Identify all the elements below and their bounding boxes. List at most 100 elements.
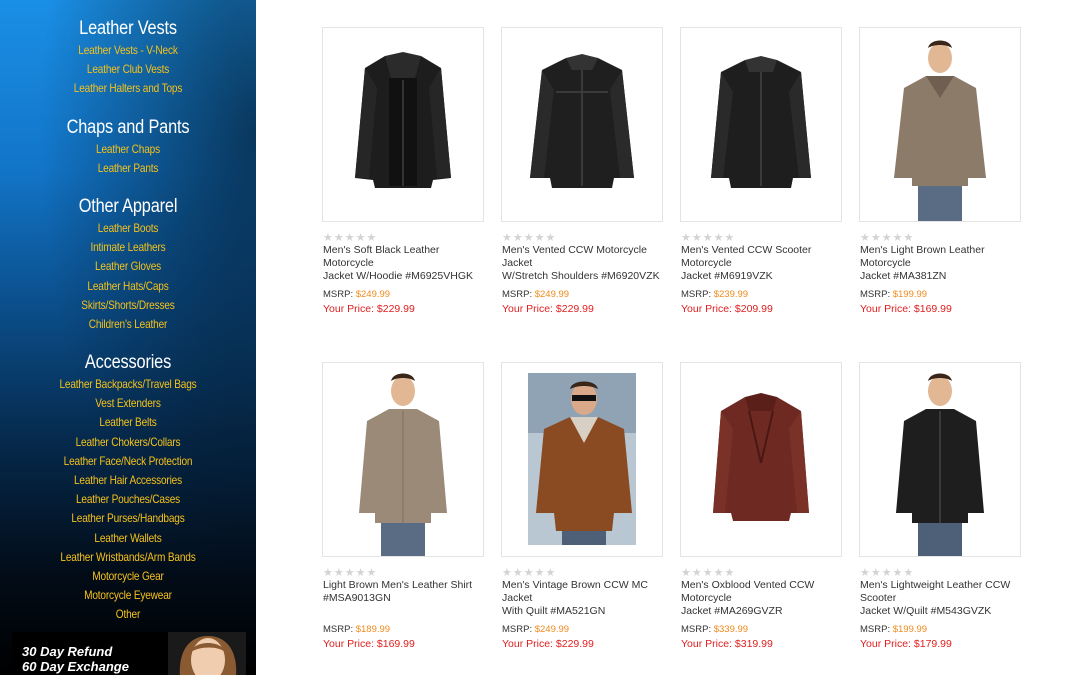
nav-link[interactable]: Motorcycle Eyewear bbox=[20, 586, 235, 605]
product-image-black-jacket[interactable] bbox=[501, 27, 663, 222]
product-name[interactable]: Men's Vented CCW Scooter Motorcycle Jack… bbox=[681, 244, 846, 283]
msrp-label: MSRP: bbox=[860, 624, 891, 635]
price-label: Your Price: bbox=[860, 303, 911, 315]
refund-text: 30 Day Refund bbox=[22, 644, 113, 659]
msrp-label: MSRP: bbox=[860, 289, 891, 300]
product-image-vintage-brown-jacket-model[interactable] bbox=[501, 362, 663, 557]
nav-link[interactable]: Leather Gloves bbox=[20, 257, 235, 276]
nav-link[interactable]: Leather Pants bbox=[20, 159, 235, 178]
nav-heading[interactable]: Chaps and Pants bbox=[18, 117, 238, 139]
product-name-line: Jacket W/Quilt #M543GVZK bbox=[860, 605, 992, 617]
msrp: MSRP: $339.99 bbox=[681, 624, 748, 635]
product-name-line: Jacket #M6919VZK bbox=[681, 270, 773, 282]
product-image-black-jacket-model[interactable] bbox=[859, 362, 1021, 557]
product-name-line: Men's Vintage Brown CCW MC Jacket bbox=[502, 579, 648, 604]
price-value: $209.99 bbox=[734, 303, 773, 315]
your-price: Your Price: $169.99 bbox=[860, 303, 952, 315]
your-price: Your Price: $179.99 bbox=[860, 638, 952, 650]
product-image-light-brown-jacket-model[interactable] bbox=[859, 27, 1021, 222]
product-image-black-scooter-jacket[interactable] bbox=[680, 27, 842, 222]
msrp-value: $199.99 bbox=[892, 289, 928, 300]
product-name[interactable]: Men's Light Brown Leather Motorcycle Jac… bbox=[860, 244, 1025, 283]
nav-link[interactable]: Leather Pouches/Cases bbox=[20, 490, 235, 509]
nav-link[interactable]: Skirts/Shorts/Dresses bbox=[20, 296, 235, 315]
product-name-line: Men's Light Brown Leather Motorcycle bbox=[860, 244, 985, 269]
product-name-line: Men's Vented CCW Motorcycle Jacket bbox=[502, 244, 647, 269]
refund-exchange-banner[interactable]: 30 Day Refund 60 Day Exchange bbox=[12, 632, 246, 675]
product-image-black-hoodie-jacket[interactable] bbox=[322, 27, 484, 222]
agent-photo bbox=[168, 632, 246, 675]
product-name[interactable]: Men's Vented CCW Motorcycle Jacket W/Str… bbox=[502, 244, 667, 283]
price-label: Your Price: bbox=[502, 303, 553, 315]
nav-section-accessories: Accessories Leather Backpacks/Travel Bag… bbox=[0, 352, 256, 625]
nav-link[interactable]: Leather Club Vests bbox=[20, 60, 235, 79]
product-name-line: Men's Oxblood Vented CCW Motorcycle bbox=[681, 579, 815, 604]
msrp-label: MSRP: bbox=[323, 289, 354, 300]
product-name-line: Men's Soft Black Leather Motorcycle bbox=[323, 244, 440, 269]
price-value: $229.99 bbox=[376, 303, 415, 315]
nav-link[interactable]: Leather Wristbands/Arm Bands bbox=[20, 548, 235, 567]
msrp-label: MSRP: bbox=[681, 624, 712, 635]
your-price: Your Price: $169.99 bbox=[323, 638, 415, 650]
nav-link[interactable]: Leather Wallets bbox=[20, 529, 235, 548]
nav-heading[interactable]: Other Apparel bbox=[18, 196, 238, 218]
msrp-label: MSRP: bbox=[502, 624, 533, 635]
your-price: Your Price: $229.99 bbox=[323, 303, 415, 315]
nav-link[interactable]: Leather Hats/Caps bbox=[20, 277, 235, 296]
product-name[interactable]: Light Brown Men's Leather Shirt #MSA9013… bbox=[323, 579, 488, 605]
nav-link[interactable]: Intimate Leathers bbox=[20, 238, 235, 257]
rating-stars: ★★★★★ bbox=[323, 567, 378, 579]
rating-stars: ★★★★★ bbox=[502, 567, 557, 579]
msrp: MSRP: $249.99 bbox=[323, 289, 390, 300]
msrp-label: MSRP: bbox=[323, 624, 354, 635]
msrp: MSRP: $199.99 bbox=[860, 289, 927, 300]
nav-link[interactable]: Vest Extenders bbox=[20, 394, 235, 413]
price-label: Your Price: bbox=[323, 303, 374, 315]
rating-stars: ★★★★★ bbox=[502, 232, 557, 244]
nav-link[interactable]: Children's Leather bbox=[20, 315, 235, 334]
nav-link[interactable]: Leather Belts bbox=[20, 413, 235, 432]
nav-link[interactable]: Leather Vests - V-Neck bbox=[20, 41, 235, 60]
product-name[interactable]: Men's Vintage Brown CCW MC Jacket With Q… bbox=[502, 579, 667, 618]
price-label: Your Price: bbox=[502, 638, 553, 650]
product-name[interactable]: Men's Soft Black Leather Motorcycle Jack… bbox=[323, 244, 488, 283]
nav-link[interactable]: Leather Face/Neck Protection bbox=[20, 452, 235, 471]
nav-link[interactable]: Leather Halters and Tops bbox=[20, 79, 235, 98]
nav-link[interactable]: Motorcycle Gear bbox=[20, 567, 235, 586]
your-price: Your Price: $209.99 bbox=[681, 303, 773, 315]
nav-link[interactable]: Leather Boots bbox=[20, 219, 235, 238]
msrp-value: $249.99 bbox=[534, 289, 570, 300]
msrp: MSRP: $199.99 bbox=[860, 624, 927, 635]
nav-heading[interactable]: Leather Vests bbox=[18, 18, 238, 40]
product-name-line: Men's Vented CCW Scooter Motorcycle bbox=[681, 244, 812, 269]
product-name-line: Light Brown Men's Leather Shirt bbox=[323, 579, 473, 591]
price-value: $319.99 bbox=[734, 638, 773, 650]
nav-link[interactable]: Leather Purses/Handbags bbox=[20, 509, 235, 528]
your-price: Your Price: $229.99 bbox=[502, 638, 594, 650]
rating-stars: ★★★★★ bbox=[860, 567, 915, 579]
sidebar: Leather Vests Leather Vests - V-Neck Lea… bbox=[0, 0, 256, 675]
product-image-oxblood-jacket[interactable] bbox=[680, 362, 842, 557]
exchange-text: 60 Day Exchange bbox=[22, 659, 129, 674]
msrp: MSRP: $239.99 bbox=[681, 289, 748, 300]
price-value: $229.99 bbox=[555, 303, 594, 315]
product-name-line: #MSA9013GN bbox=[323, 592, 391, 604]
product-name-line: Jacket W/Hoodie #M6925VHGK bbox=[323, 270, 473, 282]
nav-link[interactable]: Leather Chokers/Collars bbox=[20, 433, 235, 452]
nav-heading[interactable]: Accessories bbox=[18, 352, 238, 374]
nav-link[interactable]: Leather Hair Accessories bbox=[20, 471, 235, 490]
product-name[interactable]: Men's Lightweight Leather CCW Scooter Ja… bbox=[860, 579, 1025, 618]
price-value: $229.99 bbox=[555, 638, 594, 650]
product-name-line: Jacket #MA381ZN bbox=[860, 270, 947, 282]
rating-stars: ★★★★★ bbox=[860, 232, 915, 244]
nav-link[interactable]: Leather Chaps bbox=[20, 140, 235, 159]
nav-link[interactable]: Leather Backpacks/Travel Bags bbox=[20, 375, 235, 394]
product-name[interactable]: Men's Oxblood Vented CCW Motorcycle Jack… bbox=[681, 579, 846, 618]
msrp: MSRP: $249.99 bbox=[502, 624, 569, 635]
msrp-value: $239.99 bbox=[713, 289, 749, 300]
nav-link[interactable]: Other bbox=[20, 605, 235, 624]
msrp: MSRP: $189.99 bbox=[323, 624, 390, 635]
nav-section-chaps-pants: Chaps and Pants Leather Chaps Leather Pa… bbox=[0, 117, 256, 178]
your-price: Your Price: $319.99 bbox=[681, 638, 773, 650]
product-image-brown-shirt-model[interactable] bbox=[322, 362, 484, 557]
